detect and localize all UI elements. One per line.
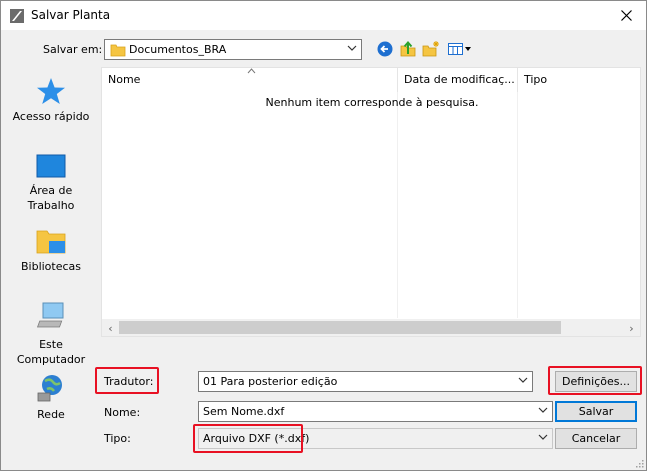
- file-list[interactable]: Nome Data de modificaç... Tipo Nenhum it…: [101, 67, 641, 337]
- cancel-button[interactable]: Cancelar: [555, 428, 637, 449]
- new-folder-button[interactable]: [422, 40, 440, 58]
- back-button[interactable]: [376, 40, 394, 58]
- close-icon: [620, 10, 632, 21]
- scroll-right-icon[interactable]: ›: [623, 322, 640, 335]
- settings-button-highlight: [548, 366, 642, 395]
- column-divider: [517, 92, 518, 318]
- place-label: Área de Trabalho: [27, 184, 75, 212]
- chevron-down-icon: [347, 45, 357, 51]
- save-in-combo[interactable]: Documentos_BRA: [104, 39, 362, 60]
- column-header-modified[interactable]: Data de modificaç...: [398, 68, 518, 92]
- up-folder-icon: [400, 40, 416, 57]
- place-quick-access[interactable]: Acesso rápido: [7, 77, 95, 124]
- save-in-label: Salvar em:: [43, 43, 103, 56]
- scrollbar-thumb[interactable]: [119, 321, 561, 334]
- save-button[interactable]: Salvar: [555, 401, 637, 422]
- place-label: Acesso rápido: [12, 110, 90, 123]
- scroll-left-icon[interactable]: ‹: [102, 322, 119, 335]
- chevron-down-icon: [538, 407, 548, 413]
- folder-icon: [110, 44, 126, 57]
- filetype-label: Tipo:: [104, 432, 131, 445]
- filename-input[interactable]: Sem Nome.dxf: [198, 401, 553, 422]
- close-button[interactable]: [606, 1, 646, 30]
- filename-label: Nome:: [104, 406, 141, 419]
- new-folder-icon: [422, 41, 439, 57]
- resize-grip-icon[interactable]: [634, 458, 644, 468]
- place-this-pc[interactable]: Este Computador: [7, 301, 95, 367]
- translator-value: 01 Para posterior edição: [203, 375, 338, 388]
- save-in-value: Documentos_BRA: [129, 43, 227, 56]
- places-bar: Acesso rápido Área de Trabalho Bibliotec…: [7, 67, 95, 427]
- empty-message: Nenhum item corresponde à pesquisa.: [265, 96, 479, 109]
- filename-value: Sem Nome.dxf: [203, 405, 285, 418]
- window-title: Salvar Planta: [31, 8, 111, 22]
- view-menu-icon: [448, 43, 471, 55]
- translator-combo[interactable]: 01 Para posterior edição: [198, 371, 533, 392]
- chevron-down-icon: [538, 434, 548, 440]
- chevron-down-icon: [518, 377, 528, 383]
- column-divider: [397, 92, 398, 318]
- column-header-type[interactable]: Tipo: [518, 68, 640, 92]
- quick-access-star-icon: [37, 78, 65, 104]
- view-menu-button[interactable]: [447, 40, 473, 58]
- save-plan-dialog: Salvar Planta Salvar em: Documentos_BRA: [0, 0, 647, 471]
- back-arrow-icon: [377, 41, 393, 57]
- place-libraries[interactable]: Bibliotecas: [7, 227, 95, 274]
- place-label: Bibliotecas: [20, 260, 82, 273]
- place-desktop[interactable]: Área de Trabalho: [7, 153, 95, 213]
- network-globe-icon: [37, 375, 62, 402]
- place-network[interactable]: Rede: [7, 373, 95, 422]
- title-bar[interactable]: Salvar Planta: [1, 1, 646, 30]
- libraries-folder-icon: [36, 230, 66, 254]
- horizontal-scrollbar[interactable]: ‹ ›: [102, 319, 640, 336]
- translator-label-highlight: [95, 367, 159, 394]
- app-icon: [10, 9, 24, 23]
- filetype-highlight: [193, 424, 303, 453]
- column-header-name[interactable]: Nome: [102, 68, 398, 92]
- up-folder-button[interactable]: [399, 40, 417, 58]
- place-label: Rede: [37, 408, 65, 421]
- desktop-icon: [36, 154, 66, 178]
- computer-icon: [36, 302, 64, 328]
- place-label: Este Computador: [16, 338, 86, 366]
